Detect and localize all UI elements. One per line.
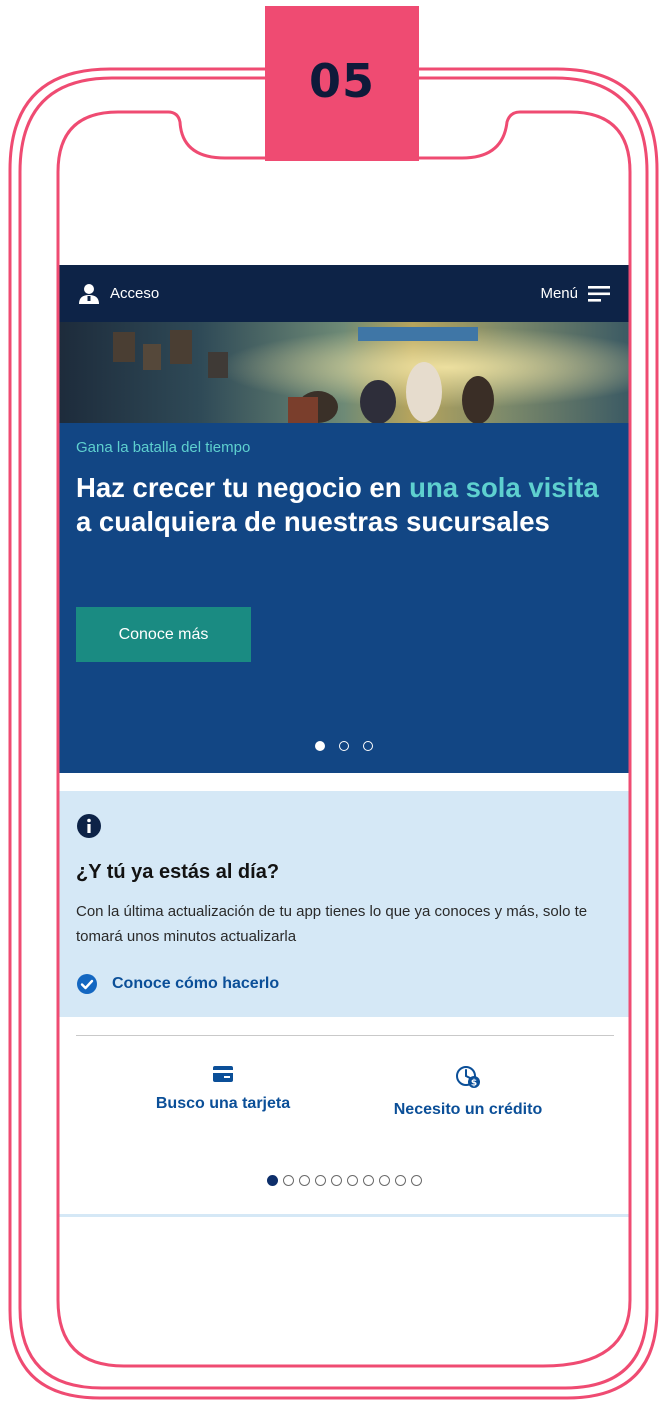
pager-dot[interactable] <box>314 1175 326 1186</box>
pager-dot[interactable] <box>266 1175 278 1186</box>
headline-text-2: a cualquiera de nuestras sucursales <box>76 506 550 537</box>
hero-carousel-dots <box>58 741 630 751</box>
info-body: Con la última actualización de tu app ti… <box>76 903 588 945</box>
headline-text-1: Haz crecer tu negocio en <box>76 472 410 503</box>
shortcut-pager <box>58 1175 630 1186</box>
menu-label: Menú <box>540 285 578 302</box>
pager-dot[interactable] <box>282 1175 294 1186</box>
hero-banner: Gana la batalla del tiempo Haz crecer tu… <box>58 423 630 773</box>
shortcut-credit[interactable]: $ Necesito un crédito <box>383 1065 553 1119</box>
pager-dot[interactable] <box>394 1175 406 1186</box>
pager-dot[interactable] <box>330 1175 342 1186</box>
menu-button[interactable]: Menú <box>540 285 610 303</box>
access-label: Acceso <box>110 285 160 302</box>
step-badge: 05 <box>265 6 419 161</box>
carousel-dot[interactable] <box>339 741 349 751</box>
credit-clock-icon: $ <box>456 1066 480 1089</box>
shortcut-credit-label: Necesito un crédito <box>393 1101 543 1118</box>
hero-kicker: Gana la batalla del tiempo <box>76 439 251 456</box>
step-number: 05 <box>308 54 375 108</box>
headline-highlight: una sola visita <box>409 472 599 503</box>
info-title: ¿Y tú ya estás al día? <box>76 861 280 883</box>
pager-dot[interactable] <box>298 1175 310 1186</box>
shortcut-card-label: Busco una tarjeta <box>155 1095 291 1112</box>
learn-more-button[interactable]: Conoce más <box>76 607 251 662</box>
pager-dot[interactable] <box>346 1175 358 1186</box>
hero-image <box>58 322 630 423</box>
check-circle-icon <box>77 974 97 994</box>
pager-dot[interactable] <box>362 1175 374 1186</box>
app-screen: Acceso Menú Gana la batalla del tiempo H… <box>58 265 630 1365</box>
carousel-dot[interactable] <box>363 741 373 751</box>
carousel-dot[interactable] <box>315 741 325 751</box>
how-to-update-label: Conoce cómo hacerlo <box>112 975 280 992</box>
divider <box>76 1035 614 1036</box>
section-separator <box>58 1214 630 1217</box>
info-icon <box>77 814 101 838</box>
svg-text:$: $ <box>471 1079 477 1089</box>
shortcut-card[interactable]: Busco una tarjeta <box>148 1065 298 1113</box>
access-button[interactable]: Acceso <box>78 283 159 305</box>
update-info-card: ¿Y tú ya estás al día? Con la última act… <box>58 791 630 1017</box>
top-bar: Acceso Menú <box>58 265 630 322</box>
how-to-update-link[interactable]: Conoce cómo hacerlo <box>76 973 279 995</box>
card-icon <box>213 1066 233 1082</box>
pager-dot[interactable] <box>378 1175 390 1186</box>
hero-headline: Haz crecer tu negocio en una sola visita… <box>76 471 606 539</box>
hamburger-icon <box>588 285 610 302</box>
user-icon <box>79 283 99 304</box>
pager-dot[interactable] <box>410 1175 422 1186</box>
